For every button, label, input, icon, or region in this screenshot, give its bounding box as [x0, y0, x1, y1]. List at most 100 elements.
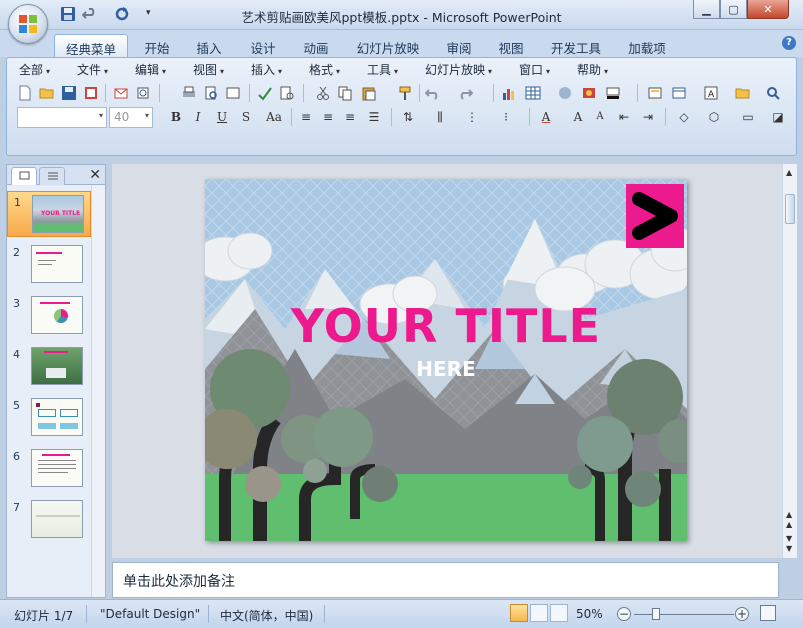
clipart-icon[interactable]: [555, 83, 575, 103]
print-preview-icon[interactable]: [201, 83, 221, 103]
grow-font-icon[interactable]: A: [569, 107, 587, 127]
menu-format[interactable]: 格式 ▾: [309, 61, 340, 78]
tab-design[interactable]: 设计: [244, 34, 282, 57]
outline-tab[interactable]: [39, 167, 65, 185]
office-button[interactable]: [8, 4, 48, 44]
slide-thumb-2[interactable]: 2: [7, 242, 91, 288]
font-size-combo[interactable]: 40 ▾: [109, 107, 153, 128]
new-slide-icon[interactable]: [645, 83, 665, 103]
print-icon[interactable]: [179, 83, 199, 103]
slide-title[interactable]: YOUR TITLE: [205, 299, 687, 353]
menu-slideshow[interactable]: 幻灯片放映 ▾: [425, 61, 492, 78]
shadow-button[interactable]: S: [237, 107, 255, 127]
menu-help[interactable]: 帮助 ▾: [577, 61, 608, 78]
slide-thumb-1[interactable]: 1 YOUR TITLE: [7, 191, 91, 237]
slide-layout-icon[interactable]: [669, 83, 689, 103]
menu-all[interactable]: 全部 ▾: [19, 61, 50, 78]
justify-icon[interactable]: ☰: [365, 107, 383, 127]
close-panel-icon[interactable]: ✕: [89, 167, 101, 183]
columns-icon[interactable]: ⫼: [431, 107, 449, 127]
new-doc-icon[interactable]: [15, 83, 35, 103]
language-status[interactable]: 中文(简体，中国): [220, 607, 313, 624]
menu-view[interactable]: 视图 ▾: [193, 61, 224, 78]
fit-to-window-icon[interactable]: [760, 605, 776, 621]
tab-developer[interactable]: 开发工具: [544, 34, 608, 57]
notes-pane[interactable]: 单击此处添加备注: [112, 562, 779, 598]
tab-slideshow[interactable]: 幻灯片放映: [352, 34, 424, 57]
slide-thumb-6[interactable]: 6: [7, 446, 91, 492]
table-icon[interactable]: [523, 83, 543, 103]
menu-insert[interactable]: 插入 ▾: [251, 61, 282, 78]
shape-fill-icon[interactable]: ◪: [769, 107, 787, 127]
tab-classic-menu[interactable]: 经典菜单: [54, 34, 128, 57]
minimize-button[interactable]: ▁: [693, 0, 720, 19]
layout-icon[interactable]: [223, 83, 243, 103]
next-slide-icon[interactable]: ▼ ▼: [786, 534, 792, 554]
menu-window[interactable]: 窗口 ▾: [519, 61, 550, 78]
zoom-level[interactable]: 50%: [576, 607, 603, 621]
open-folder-icon[interactable]: [37, 83, 57, 103]
font-color-icon[interactable]: A: [537, 107, 555, 127]
slide-scrollbar[interactable]: ▲ ▲ ▲ ▼ ▼: [782, 164, 797, 558]
bold-button[interactable]: B: [167, 107, 185, 127]
email-icon[interactable]: [111, 83, 131, 103]
format-painter-icon[interactable]: [395, 83, 415, 103]
zoom-slider-track[interactable]: [634, 614, 734, 615]
help-icon[interactable]: ?: [782, 36, 796, 50]
research-icon[interactable]: [277, 83, 297, 103]
redo-icon[interactable]: [455, 83, 475, 103]
spelling-icon[interactable]: [255, 83, 275, 103]
tab-animations[interactable]: 动画: [297, 34, 335, 57]
menu-tools[interactable]: 工具 ▾: [367, 61, 398, 78]
italic-button[interactable]: I: [189, 107, 207, 127]
previous-slide-icon[interactable]: ▲ ▲: [786, 510, 792, 530]
slide-thumb-5[interactable]: 5: [7, 395, 91, 441]
decrease-indent-icon[interactable]: ⇤: [615, 107, 633, 127]
font-name-combo[interactable]: ▾: [17, 107, 107, 128]
current-slide[interactable]: YOUR TITLE HERE: [205, 179, 687, 541]
slide-subtitle[interactable]: HERE: [205, 357, 687, 381]
slide-thumb-3[interactable]: 3: [7, 293, 91, 339]
normal-view-button[interactable]: [510, 604, 528, 622]
copy-icon[interactable]: [335, 83, 355, 103]
numbering-icon[interactable]: ⋮: [463, 107, 481, 127]
tab-home[interactable]: 开始: [138, 34, 176, 57]
align-center-icon[interactable]: ≡: [319, 107, 337, 127]
shrink-font-icon[interactable]: A: [591, 107, 609, 127]
zoom-slider-thumb[interactable]: [652, 608, 660, 620]
slideshow-view-button[interactable]: [550, 604, 568, 622]
paste-icon[interactable]: [359, 83, 379, 103]
slides-tab[interactable]: [11, 167, 37, 185]
attach-icon[interactable]: [133, 83, 153, 103]
menu-file[interactable]: 文件 ▾: [77, 61, 108, 78]
picture-icon[interactable]: [579, 83, 599, 103]
tab-insert[interactable]: 插入: [190, 34, 228, 57]
slide-thumb-7[interactable]: 7: [7, 497, 91, 543]
find-icon[interactable]: [763, 83, 783, 103]
close-button[interactable]: ✕: [747, 0, 789, 19]
cut-icon[interactable]: [313, 83, 333, 103]
shapes-icon[interactable]: ◇: [675, 107, 693, 127]
align-left-icon[interactable]: ≡: [297, 107, 315, 127]
maximize-button[interactable]: ▢: [720, 0, 747, 19]
scroll-thumb[interactable]: [785, 194, 795, 224]
menu-edit[interactable]: 编辑 ▾: [135, 61, 166, 78]
thumbnails-scrollbar[interactable]: [91, 186, 105, 597]
color-fill-icon[interactable]: [603, 83, 623, 103]
change-case-button[interactable]: Aa: [261, 107, 287, 127]
tab-addins[interactable]: 加载项: [622, 34, 672, 57]
bullets-icon[interactable]: ⁝: [497, 107, 515, 127]
text-direction-icon[interactable]: ⇅: [399, 107, 417, 127]
folder-icon[interactable]: [733, 83, 753, 103]
text-box-icon[interactable]: A: [701, 83, 721, 103]
tab-view[interactable]: 视图: [492, 34, 530, 57]
quick-styles-icon[interactable]: ▭: [739, 107, 757, 127]
save-icon[interactable]: [59, 83, 79, 103]
zoom-out-icon[interactable]: −: [617, 607, 631, 621]
slide-thumb-4[interactable]: 4: [7, 344, 91, 390]
arrange-icon[interactable]: ⬡: [705, 107, 723, 127]
slide-sorter-view-button[interactable]: [530, 604, 548, 622]
tab-review[interactable]: 审阅: [440, 34, 478, 57]
undo-icon[interactable]: [423, 83, 443, 103]
zoom-in-icon[interactable]: +: [735, 607, 749, 621]
